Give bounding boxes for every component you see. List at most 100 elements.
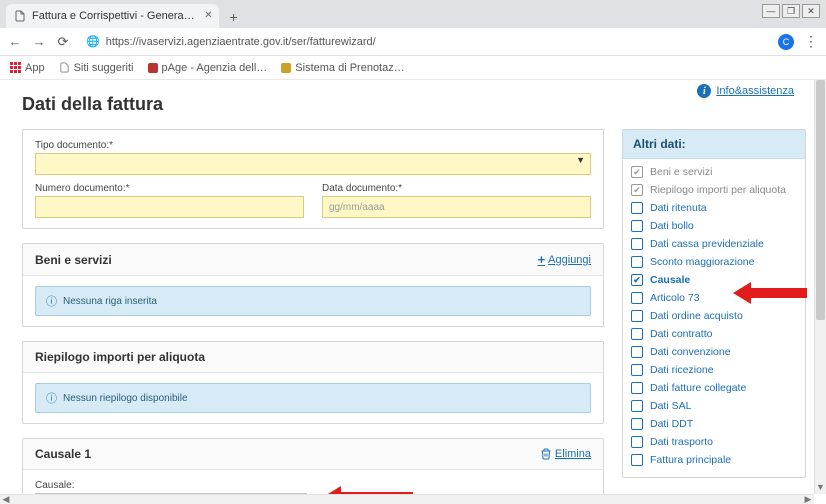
- checkbox-label: Dati ricezione: [650, 364, 714, 376]
- bookmark-sistema-prenotaz[interactable]: Sistema di Prenotaz…: [281, 62, 404, 74]
- checkbox-label: Dati convenzione: [650, 346, 731, 358]
- beni-servizi-title: Beni e servizi: [35, 253, 112, 267]
- numero-documento-input[interactable]: [35, 196, 304, 218]
- checkbox[interactable]: [631, 256, 643, 268]
- checkbox-label: Dati fatture collegate: [650, 382, 746, 394]
- checkbox: [631, 166, 643, 178]
- checkbox-label: Causale: [650, 274, 690, 286]
- aggiungi-button[interactable]: + Aggiungi: [538, 252, 591, 267]
- site-icon: [148, 63, 158, 73]
- checkbox-label: Dati ordine acquisto: [650, 310, 743, 322]
- riepilogo-empty-alert: ⓘ Nessun riepilogo disponibile: [35, 383, 591, 413]
- bookmark-siti[interactable]: Siti suggeriti: [59, 62, 134, 74]
- altri-dati-item-dati-trasporto[interactable]: Dati trasporto: [631, 433, 797, 451]
- scroll-left-arrow[interactable]: ◀: [0, 495, 12, 504]
- info-assistenza-link[interactable]: i Info&assistenza: [697, 84, 794, 98]
- altri-dati-item-dati-bollo[interactable]: Dati bollo: [631, 217, 797, 235]
- riepilogo-panel: Riepilogo importi per aliquota ⓘ Nessun …: [22, 341, 604, 424]
- checkbox[interactable]: [631, 346, 643, 358]
- new-tab-button[interactable]: +: [223, 6, 245, 28]
- checkbox-label: Beni e servizi: [650, 166, 712, 178]
- bookmark-page-agenzia[interactable]: pAge - Agenzia dell…: [148, 62, 268, 74]
- altri-dati-item-dati-ritenuta[interactable]: Dati ritenuta: [631, 199, 797, 217]
- checkbox-label: Dati contratto: [650, 328, 712, 340]
- info-icon: ⓘ: [46, 390, 57, 406]
- checkbox-label: Dati cassa previdenziale: [650, 238, 764, 250]
- altri-dati-title: Altri dati:: [623, 130, 805, 159]
- scroll-right-arrow[interactable]: ▶: [802, 495, 814, 504]
- apps-grid-icon: [10, 62, 21, 73]
- checkbox[interactable]: [631, 418, 643, 430]
- altri-dati-item-dati-contratto[interactable]: Dati contratto: [631, 325, 797, 343]
- tipo-documento-select[interactable]: [35, 153, 591, 175]
- altri-dati-panel: Altri dati: Beni e servizi Riepilogo impo…: [622, 129, 806, 478]
- tab-close-icon[interactable]: ✕: [204, 10, 212, 21]
- address-bar[interactable]: 🌐 https://ivaservizi.agenziaentrate.gov.…: [80, 33, 768, 50]
- checkbox-label: Dati DDT: [650, 418, 693, 430]
- checkbox[interactable]: [631, 454, 643, 466]
- data-documento-input[interactable]: gg/mm/aaaa: [322, 196, 591, 218]
- reload-button[interactable]: ⟳: [56, 34, 70, 50]
- info-icon: i: [697, 84, 711, 98]
- checkbox[interactable]: [631, 310, 643, 322]
- elimina-button[interactable]: Elimina: [540, 448, 591, 460]
- checkbox-label: Articolo 73: [650, 292, 700, 304]
- browser-tab[interactable]: Fattura e Corrispettivi - Genera… ✕: [6, 4, 219, 28]
- vertical-scrollbar[interactable]: ▲ ▼: [814, 80, 826, 494]
- checkbox[interactable]: [631, 202, 643, 214]
- window-minimize-button[interactable]: —: [762, 4, 780, 18]
- file-icon: [14, 10, 26, 22]
- altri-dati-item-dati-cassa-previdenziale[interactable]: Dati cassa previdenziale: [631, 235, 797, 253]
- altri-dati-item-dati-ddt[interactable]: Dati DDT: [631, 415, 797, 433]
- altri-dati-item-dati-sal[interactable]: Dati SAL: [631, 397, 797, 415]
- browser-menu-button[interactable]: ⋮: [804, 33, 818, 50]
- checkbox-label: Dati trasporto: [650, 436, 713, 448]
- site-icon: [281, 63, 291, 73]
- tab-title: Fattura e Corrispettivi - Genera…: [32, 10, 195, 22]
- checkbox[interactable]: [631, 436, 643, 448]
- file-icon: [59, 62, 70, 73]
- checkbox-label: Riepilogo importi per aliquota: [650, 184, 786, 196]
- checkbox[interactable]: [631, 220, 643, 232]
- altri-dati-item-dati-fatture-collegate[interactable]: Dati fatture collegate: [631, 379, 797, 397]
- window-close-button[interactable]: ✕: [802, 4, 820, 18]
- window-maximize-button[interactable]: ❐: [782, 4, 800, 18]
- altri-dati-item-dati-ordine-acquisto[interactable]: Dati ordine acquisto: [631, 307, 797, 325]
- checkbox: [631, 184, 643, 196]
- numero-documento-label: Numero documento:*: [35, 183, 304, 194]
- checkbox[interactable]: [631, 292, 643, 304]
- scrollbar-thumb[interactable]: [816, 80, 825, 320]
- url-text: https://ivaservizi.agenziaentrate.gov.it…: [106, 36, 376, 48]
- altri-dati-item-beni-e-servizi: Beni e servizi: [631, 163, 797, 181]
- altri-dati-item-causale[interactable]: Causale: [631, 271, 797, 289]
- altri-dati-item-sconto-maggiorazione[interactable]: Sconto maggiorazione: [631, 253, 797, 271]
- causale-title: Causale 1: [35, 447, 91, 461]
- altri-dati-item-articolo-73[interactable]: Articolo 73: [631, 289, 797, 307]
- checkbox[interactable]: [631, 238, 643, 250]
- altri-dati-item-dati-ricezione[interactable]: Dati ricezione: [631, 361, 797, 379]
- checkbox-label: Dati SAL: [650, 400, 691, 412]
- checkbox[interactable]: [631, 364, 643, 376]
- plus-icon: +: [538, 252, 546, 267]
- checkbox-label: Dati ritenuta: [650, 202, 707, 214]
- causale-label: Causale:: [35, 480, 591, 491]
- scroll-down-arrow[interactable]: ▼: [815, 482, 826, 494]
- trash-icon: [540, 448, 552, 460]
- apps-button[interactable]: App: [10, 62, 45, 74]
- back-button[interactable]: ←: [8, 34, 22, 49]
- tipo-documento-label: Tipo documento:*: [35, 140, 591, 151]
- info-icon: ⓘ: [46, 293, 57, 309]
- altri-dati-item-dati-convenzione[interactable]: Dati convenzione: [631, 343, 797, 361]
- checkbox[interactable]: [631, 274, 643, 286]
- beni-empty-alert: ⓘ Nessuna riga inserita: [35, 286, 591, 316]
- profile-button[interactable]: C: [778, 34, 794, 50]
- dati-fattura-panel: Tipo documento:* ▼ Numero documento:* Da…: [22, 129, 604, 229]
- checkbox[interactable]: [631, 382, 643, 394]
- forward-button[interactable]: →: [32, 34, 46, 49]
- altri-dati-item-fattura-principale[interactable]: Fattura principale: [631, 451, 797, 469]
- checkbox-label: Dati bollo: [650, 220, 694, 232]
- horizontal-scrollbar[interactable]: ◀ ▶: [0, 494, 814, 504]
- checkbox[interactable]: [631, 400, 643, 412]
- checkbox-label: Fattura principale: [650, 454, 731, 466]
- checkbox[interactable]: [631, 328, 643, 340]
